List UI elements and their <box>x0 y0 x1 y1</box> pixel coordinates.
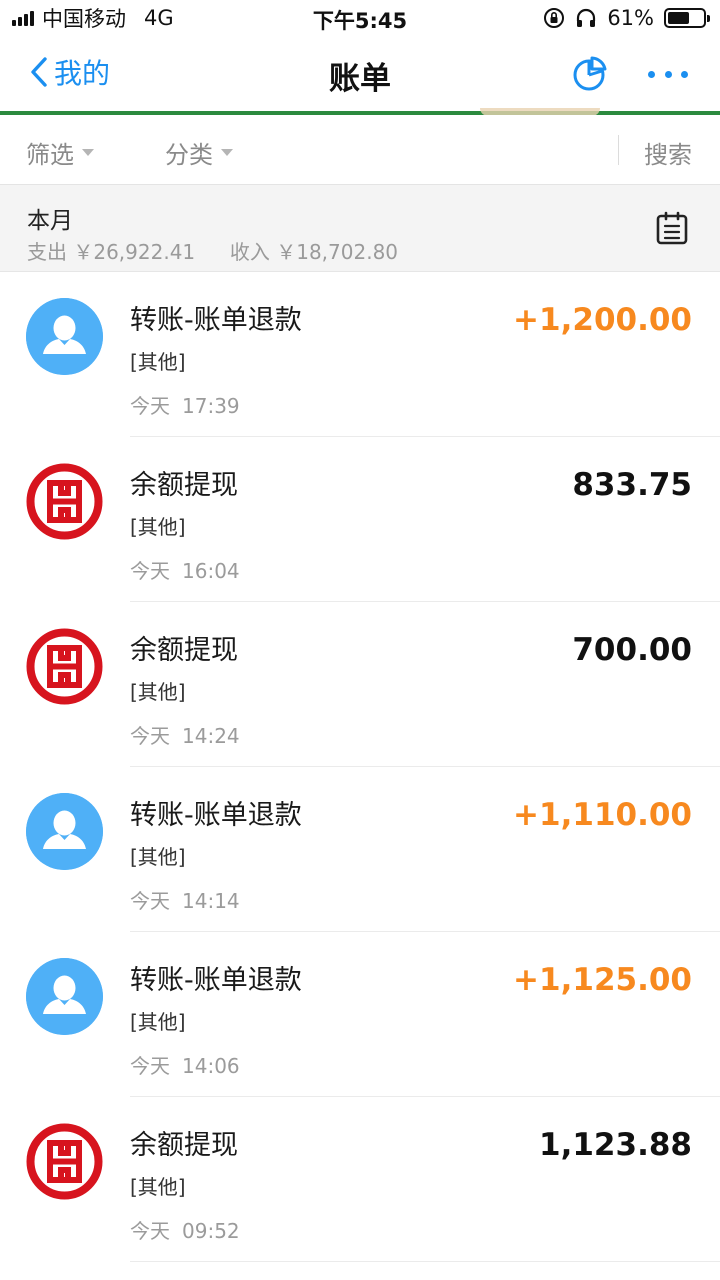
transaction-time: 今天 17:39 <box>130 390 240 419</box>
transaction-amount: +1,200.00 <box>513 302 692 338</box>
transaction-amount: +1,110.00 <box>513 797 692 833</box>
transaction-row[interactable]: 余额提现 [其他] 今天 14:24 700.00 <box>0 602 720 767</box>
transaction-amount: 833.75 <box>572 467 692 503</box>
transaction-day: 今天 <box>130 1054 170 1078</box>
transaction-clock: 17:39 <box>182 394 240 418</box>
carrier-name: 中国移动 <box>42 7 126 31</box>
transaction-row[interactable]: 转账-账单退款 [其他] 今天 14:14 +1,110.00 <box>0 767 720 932</box>
navigation-bar: 我的 账单 <box>0 36 720 112</box>
status-left: 中国移动 4G <box>12 0 174 36</box>
back-label: 我的 <box>54 57 111 90</box>
icbc-bank-icon <box>26 628 103 705</box>
category-label: 分类 <box>165 141 213 169</box>
transaction-title: 余额提现 <box>130 635 238 666</box>
transaction-list: 转账-账单退款 [其他] 今天 17:39 +1,200.00 余额提现 [其他] 今天 16… <box>0 272 720 1262</box>
transaction-clock: 14:14 <box>182 889 240 913</box>
category-dropdown[interactable]: 分类 <box>165 135 233 170</box>
expense-label: 支出 <box>27 240 67 264</box>
headphones-icon <box>577 8 596 27</box>
transaction-day: 今天 <box>130 394 170 418</box>
filter-separator <box>618 135 619 165</box>
transaction-time: 今天 14:24 <box>130 720 240 749</box>
transaction-clock: 14:24 <box>182 724 240 748</box>
network-type: 4G <box>144 6 174 30</box>
battery-icon <box>664 8 710 28</box>
transaction-amount: +1,125.00 <box>513 962 692 998</box>
more-options-button[interactable] <box>648 60 688 88</box>
orientation-lock-icon <box>544 8 565 28</box>
income-label: 收入 <box>229 240 270 264</box>
transaction-title: 余额提现 <box>130 470 238 501</box>
transaction-category: [其他] <box>130 1175 186 1199</box>
filter-bar: 筛选 分类 搜索 <box>0 115 720 185</box>
transaction-category: [其他] <box>130 350 186 374</box>
transaction-clock: 14:06 <box>182 1054 240 1078</box>
caret-down-icon <box>82 149 94 156</box>
transaction-title: 转账-账单退款 <box>130 800 302 831</box>
month-title: 本月 <box>27 208 73 234</box>
transaction-time: 今天 16:04 <box>130 555 240 584</box>
transaction-title: 转账-账单退款 <box>130 965 302 996</box>
expense-amount: ￥26,922.41 <box>73 240 196 264</box>
transaction-time: 今天 09:52 <box>130 1215 240 1244</box>
transaction-category: [其他] <box>130 515 186 539</box>
status-right: 61% <box>543 0 710 36</box>
month-totals: 支出 ￥26,922.41 收入 ￥18,702.80 <box>27 236 398 265</box>
transaction-amount: 1,123.88 <box>539 1127 692 1163</box>
row-divider <box>130 1261 720 1262</box>
transaction-clock: 16:04 <box>182 559 240 583</box>
transaction-category: [其他] <box>130 1010 186 1034</box>
transaction-amount: 700.00 <box>572 632 692 668</box>
battery-level <box>668 12 689 24</box>
caret-down-icon <box>221 149 233 156</box>
signal-strength-icon <box>12 10 34 26</box>
transaction-row[interactable]: 转账-账单退款 [其他] 今天 14:06 +1,125.00 <box>0 932 720 1097</box>
transaction-time: 今天 14:14 <box>130 885 240 914</box>
transaction-row[interactable]: 转账-账单退款 [其他] 今天 17:39 +1,200.00 <box>0 272 720 437</box>
person-avatar-icon <box>26 298 103 375</box>
person-avatar-icon <box>26 958 103 1035</box>
person-avatar-icon <box>26 793 103 870</box>
income-amount: ￥18,702.80 <box>276 240 399 264</box>
icbc-bank-icon <box>26 463 103 540</box>
battery-percent: 61% <box>607 6 654 30</box>
filter-label: 筛选 <box>26 141 74 169</box>
transaction-clock: 09:52 <box>182 1219 240 1243</box>
search-button[interactable]: 搜索 <box>644 135 692 170</box>
icbc-bank-icon <box>26 1123 103 1200</box>
back-button[interactable]: 我的 <box>30 52 110 92</box>
transaction-time: 今天 14:06 <box>130 1050 240 1079</box>
month-summary-header: 本月 支出 ￥26,922.41 收入 ￥18,702.80 <box>0 185 720 272</box>
transaction-day: 今天 <box>130 724 170 748</box>
chevron-left-icon <box>31 57 47 87</box>
transaction-category: [其他] <box>130 680 186 704</box>
transaction-day: 今天 <box>130 1219 170 1243</box>
pie-chart-icon[interactable] <box>572 56 608 92</box>
transaction-title: 转账-账单退款 <box>130 305 302 336</box>
filter-dropdown[interactable]: 筛选 <box>26 135 94 170</box>
transaction-category: [其他] <box>130 845 186 869</box>
transaction-title: 余额提现 <box>130 1130 238 1161</box>
status-bar: 中国移动 4G 下午5:45 61% <box>0 0 720 36</box>
transaction-row[interactable]: 余额提现 [其他] 今天 09:52 1,123.88 <box>0 1097 720 1262</box>
calendar-icon[interactable] <box>655 211 689 245</box>
transaction-day: 今天 <box>130 889 170 913</box>
transaction-day: 今天 <box>130 559 170 583</box>
transaction-row[interactable]: 余额提现 [其他] 今天 16:04 833.75 <box>0 437 720 602</box>
